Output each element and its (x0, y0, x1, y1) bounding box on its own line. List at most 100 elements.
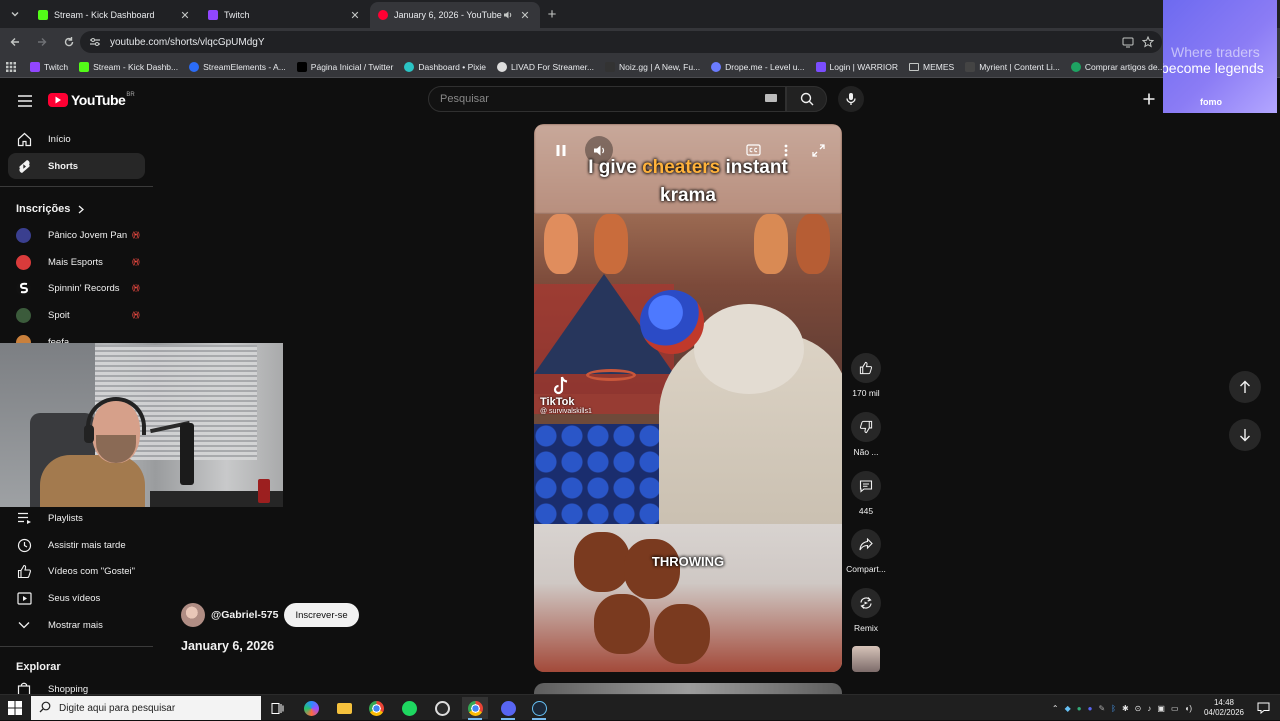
subscription-mais-esports[interactable]: Mais Esports ((•)) (8, 249, 145, 275)
channel-avatar[interactable] (181, 603, 205, 627)
notifications-icon[interactable] (1256, 701, 1270, 714)
comments-action: 445 (846, 471, 886, 516)
tray-app-icon[interactable]: ◆ (1065, 704, 1071, 713)
sidebar-item-inicio[interactable]: Início (8, 126, 145, 152)
subscription-panico-jovem-pan[interactable]: Pânico Jovem Pan ((•)) (8, 222, 145, 248)
address-bar[interactable]: youtube.com/shorts/vlqcGpUMdgY (80, 31, 1162, 53)
forward-arrow-icon[interactable] (30, 31, 54, 53)
new-tab-icon[interactable]: + (540, 3, 564, 25)
close-tab-icon[interactable]: ✕ (178, 8, 192, 22)
tab-title: Stream - Kick Dashboard (54, 10, 155, 20)
bookmark-streamelements[interactable]: StreamElements - A... (189, 61, 286, 72)
tray-app-icon[interactable]: ✱ (1122, 704, 1129, 713)
bookmark-star-icon[interactable] (1142, 36, 1154, 48)
audio-playing-icon[interactable] (502, 10, 514, 20)
windows-start-icon[interactable] (8, 701, 22, 715)
voice-search-button[interactable] (838, 86, 864, 112)
copilot-icon[interactable] (298, 697, 324, 719)
sidebar-item-watch-later[interactable]: Assistir mais tarde (8, 532, 145, 558)
bookmark-twitter[interactable]: Página Inicial / Twitter (296, 61, 393, 72)
bluetooth-icon[interactable]: ᛒ (1111, 704, 1116, 713)
browser-tab-bar: Stream - Kick Dashboard ✕ Twitch ✕ Janua… (0, 0, 1280, 28)
sidebar-item-show-more[interactable]: Mostrar mais (8, 612, 145, 638)
shorts-video-player[interactable]: I give cheaters instant krama TikTok @ s… (534, 124, 842, 672)
taskbar-search-input[interactable]: Digite aqui para pesquisar (31, 696, 261, 720)
next-short-button[interactable] (1229, 419, 1261, 451)
install-app-icon[interactable] (1122, 36, 1134, 48)
tab-kick[interactable]: Stream - Kick Dashboard ✕ (30, 2, 200, 28)
url-text: youtube.com/shorts/vlqcGpUMdgY (110, 36, 265, 48)
close-tab-icon[interactable]: ✕ (518, 8, 532, 22)
channel-name[interactable]: @Gabriel-575 (211, 609, 278, 621)
subscribe-button[interactable]: Inscrever-se (284, 603, 359, 627)
close-tab-icon[interactable]: ✕ (348, 8, 362, 22)
bookmark-warrior[interactable]: Login | WARRIOR (815, 61, 898, 72)
tab-search-chevron-icon[interactable] (2, 4, 28, 24)
bookmark-pixie[interactable]: Dashboard • Pixie (404, 61, 486, 72)
site-info-icon[interactable] (88, 37, 102, 47)
menu-hamburger-icon[interactable] (14, 90, 36, 112)
tray-app-icon[interactable]: ✎ (1098, 704, 1105, 713)
microphone-icon[interactable]: ♪ (1147, 704, 1151, 713)
chrome-icon[interactable] (363, 697, 389, 719)
share-button[interactable] (851, 529, 881, 559)
ad-text-line2: become legends (1163, 60, 1264, 76)
bookmark-twitch[interactable]: Twitch (30, 61, 68, 72)
sidebar-item-shorts[interactable]: Shorts (8, 153, 145, 179)
reload-icon[interactable] (57, 31, 81, 53)
back-arrow-icon[interactable] (3, 31, 27, 53)
chrome-active-icon[interactable] (462, 697, 488, 720)
search-button[interactable] (786, 86, 827, 112)
sidebar-item-playlists[interactable]: Playlists (8, 505, 145, 531)
tray-app-icon[interactable]: ⊙ (1135, 704, 1142, 713)
tray-app-icon[interactable]: ▣ (1157, 704, 1165, 713)
obs-icon[interactable] (429, 697, 455, 719)
remix-action: Remix (846, 588, 886, 633)
keyboard-icon[interactable] (765, 94, 777, 102)
dislike-button[interactable] (851, 412, 881, 442)
search-icon (800, 92, 814, 106)
sidebar-item-your-videos[interactable]: Seus vídeos (8, 585, 145, 611)
advertisement-overlay[interactable]: Where traders become legends fomo (1163, 0, 1277, 113)
arrow-down-icon (1239, 428, 1251, 442)
sidebar-item-liked-videos[interactable]: Vídeos com "Gostei" (8, 558, 145, 584)
like-button[interactable] (851, 353, 881, 383)
search-input[interactable]: Pesquisar (428, 86, 786, 112)
shorts-icon (16, 158, 32, 174)
comments-button[interactable] (851, 471, 881, 501)
system-clock[interactable]: 14:48 04/02/2026 (1204, 698, 1244, 718)
task-view-icon[interactable] (264, 697, 290, 719)
bookmark-myrient[interactable]: Myrient | Content Li... (965, 61, 1060, 72)
network-icon[interactable]: ▭ (1171, 704, 1179, 713)
bookmark-drope[interactable]: Drope.me - Level u... (711, 61, 805, 72)
previous-short-button[interactable] (1229, 371, 1261, 403)
sidebar-item-label: Início (48, 133, 71, 145)
youtube-logo[interactable]: YouTube BR (48, 92, 135, 108)
tray-app-icon[interactable]: ● (1077, 704, 1082, 713)
remix-button[interactable] (851, 588, 881, 618)
subscription-spinnin-records[interactable]: Spinnin' Records ((•)) (8, 275, 145, 301)
bookmark-livad[interactable]: LIVAD For Streamer... (497, 61, 594, 72)
spotify-icon[interactable] (396, 697, 422, 719)
tray-chevron-up-icon[interactable]: ⌃ (1052, 704, 1059, 713)
audio-source-thumbnail[interactable] (852, 646, 880, 672)
bookmark-comprar[interactable]: Comprar artigos de... (1070, 61, 1165, 72)
tab-twitch[interactable]: Twitch ✕ (200, 2, 370, 28)
discord-icon[interactable] (495, 697, 521, 720)
live-indicator-icon: ((•)) (132, 258, 140, 266)
tray-app-icon[interactable]: ● (1088, 704, 1093, 713)
chevron-down-icon (16, 617, 32, 633)
create-plus-icon[interactable] (1136, 88, 1162, 110)
volume-icon[interactable]: ◖) (1185, 704, 1193, 713)
steam-icon[interactable] (526, 697, 552, 720)
bookmark-folder-memes[interactable]: MEMES (909, 62, 954, 72)
subscription-spoit[interactable]: Spoit ((•)) (8, 302, 145, 328)
subscriptions-heading[interactable]: Inscrições (16, 203, 85, 215)
bookmark-kick[interactable]: Stream - Kick Dashb... (79, 61, 178, 72)
youtube-favicon-icon (378, 10, 388, 20)
clock-date: 04/02/2026 (1203, 708, 1244, 717)
tab-youtube[interactable]: January 6, 2026 - YouTube ✕ (370, 2, 540, 28)
apps-grid-icon[interactable] (6, 61, 16, 72)
file-explorer-icon[interactable] (331, 697, 357, 719)
bookmark-noiz[interactable]: Noiz.gg | A New, Fu... (605, 61, 700, 72)
